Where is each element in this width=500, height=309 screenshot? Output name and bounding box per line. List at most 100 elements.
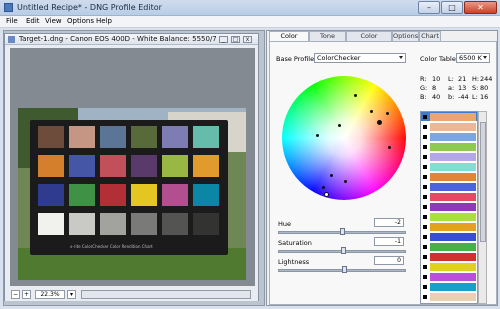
menu-file[interactable]: File <box>6 17 18 25</box>
tab-chart[interactable]: Chart <box>419 31 441 41</box>
wheel-point[interactable] <box>370 110 373 113</box>
swatch-row[interactable] <box>421 232 477 242</box>
doc-minimize-button[interactable]: _ <box>219 36 228 43</box>
color-patch[interactable] <box>69 126 95 148</box>
swatch-row[interactable] <box>421 192 477 202</box>
image-viewer[interactable]: x-rite ColorChecker Color Rendition Char… <box>10 48 255 286</box>
swatch-marker-icon <box>423 125 427 129</box>
swatch-row[interactable] <box>421 152 477 162</box>
swatch-row[interactable] <box>421 202 477 212</box>
menu-view[interactable]: View <box>45 17 62 25</box>
color-patch[interactable] <box>131 155 157 177</box>
minimize-button[interactable]: – <box>418 1 440 14</box>
color-patch[interactable] <box>193 184 219 206</box>
colorchecker-card: x-rite ColorChecker Color Rendition Char… <box>30 120 228 255</box>
swatch-row[interactable] <box>421 262 477 272</box>
color-patch[interactable] <box>38 184 64 206</box>
base-profile-select[interactable]: ColorChecker <box>314 53 406 63</box>
wheel-point[interactable] <box>354 94 357 97</box>
swatch-row[interactable] <box>421 252 477 262</box>
menu-edit[interactable]: Edit <box>26 17 40 25</box>
color-patch[interactable] <box>38 155 64 177</box>
zoom-menu-button[interactable]: ▾ <box>67 290 76 299</box>
swatch-marker-icon <box>423 135 427 139</box>
color-patch[interactable] <box>100 184 126 206</box>
swatch-row[interactable] <box>421 172 477 182</box>
swatch-row[interactable] <box>421 142 477 152</box>
wheel-point[interactable] <box>316 134 319 137</box>
color-patch[interactable] <box>69 155 95 177</box>
horizontal-scrollbar[interactable] <box>81 290 251 299</box>
color-table-select[interactable]: 6500 K <box>456 53 490 63</box>
color-patch[interactable] <box>131 126 157 148</box>
maximize-button[interactable]: □ <box>441 1 463 14</box>
saturation-slider-handle[interactable] <box>341 247 346 254</box>
swatch-row[interactable] <box>421 182 477 192</box>
wheel-point[interactable] <box>388 146 391 149</box>
doc-restore-button[interactable]: □ <box>231 36 240 43</box>
close-button[interactable]: ✕ <box>464 1 497 14</box>
chart-caption: x-rite ColorChecker Color Rendition Char… <box>70 244 153 249</box>
wheel-point[interactable] <box>386 112 389 115</box>
menu-help[interactable]: Help <box>96 17 112 25</box>
swatch-row[interactable] <box>421 122 477 132</box>
color-patch[interactable] <box>193 213 219 235</box>
color-patch[interactable] <box>100 213 126 235</box>
swatch-row[interactable] <box>421 242 477 252</box>
hue-input[interactable]: -2 <box>374 218 404 227</box>
readout-a-label: a: <box>448 84 455 92</box>
wheel-point[interactable] <box>338 124 341 127</box>
color-wheel[interactable] <box>282 76 406 200</box>
swatch-scrollbar[interactable] <box>478 111 487 304</box>
lightness-input[interactable]: 0 <box>374 256 404 265</box>
tab-options[interactable]: Options <box>392 31 419 41</box>
color-patch[interactable] <box>38 126 64 148</box>
swatch-row[interactable] <box>421 212 477 222</box>
swatch-row[interactable] <box>421 112 477 122</box>
color-patch[interactable] <box>100 155 126 177</box>
color-patch[interactable] <box>162 213 188 235</box>
color-patch[interactable] <box>131 184 157 206</box>
color-patch[interactable] <box>162 155 188 177</box>
swatch-list[interactable] <box>420 111 478 304</box>
scrollbar-thumb[interactable] <box>480 122 486 242</box>
tab-tone-curve[interactable]: Tone Curve <box>309 31 346 49</box>
swatch-marker-icon <box>423 145 427 149</box>
color-patch[interactable] <box>38 213 64 235</box>
zoom-out-button[interactable]: − <box>11 290 20 299</box>
wheel-point[interactable] <box>322 186 325 189</box>
color-patch[interactable] <box>193 155 219 177</box>
swatch-marker-icon <box>423 195 427 199</box>
swatch-row[interactable] <box>421 132 477 142</box>
wheel-point[interactable] <box>330 174 333 177</box>
swatch-row[interactable] <box>421 222 477 232</box>
tab-color-matrices[interactable]: Color Matrices <box>346 31 392 49</box>
zoom-level[interactable]: 22.3% <box>35 290 65 299</box>
swatch-row[interactable] <box>421 292 477 302</box>
saturation-input[interactable]: -1 <box>374 237 404 246</box>
menu-options[interactable]: Options <box>67 17 94 25</box>
wheel-point[interactable] <box>377 120 382 125</box>
zoom-in-button[interactable]: + <box>22 290 31 299</box>
lightness-slider-handle[interactable] <box>342 266 347 273</box>
swatch-color <box>430 303 476 304</box>
swatch-row[interactable] <box>421 302 477 304</box>
color-patch[interactable] <box>162 184 188 206</box>
color-patch[interactable] <box>69 213 95 235</box>
color-patch[interactable] <box>162 126 188 148</box>
document-icon <box>8 36 15 43</box>
hue-slider-handle[interactable] <box>340 228 345 235</box>
base-profile-label: Base Profile: <box>276 55 317 63</box>
wheel-point-selected[interactable] <box>324 192 329 197</box>
color-patch[interactable] <box>100 126 126 148</box>
color-patch[interactable] <box>131 213 157 235</box>
swatch-row[interactable] <box>421 282 477 292</box>
base-profile-value: ColorChecker <box>317 54 361 62</box>
swatch-color <box>430 213 476 221</box>
swatch-row[interactable] <box>421 272 477 282</box>
color-patch[interactable] <box>193 126 219 148</box>
color-patch[interactable] <box>69 184 95 206</box>
doc-close-button[interactable]: x <box>243 36 252 43</box>
wheel-point[interactable] <box>344 180 347 183</box>
swatch-row[interactable] <box>421 162 477 172</box>
